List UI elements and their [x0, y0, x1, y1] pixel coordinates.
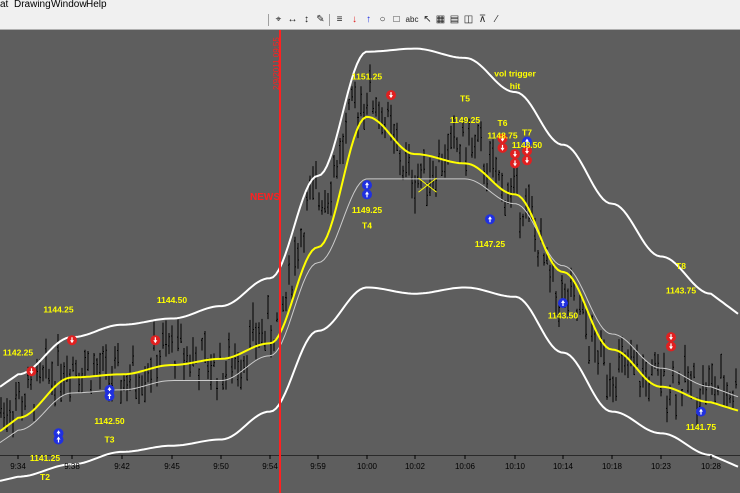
sell-signal	[522, 155, 532, 166]
x-tick-label: 9:42	[114, 462, 130, 471]
x-tick-label: 10:14	[553, 462, 574, 471]
price-annotation: T7	[522, 127, 532, 137]
x-tick-label: 10:18	[602, 462, 623, 471]
vertical-arrows-icon[interactable]: ↕	[300, 13, 313, 26]
sell-signal	[666, 332, 676, 343]
price-annotation: 1142.25	[3, 348, 34, 358]
buy-signal	[485, 214, 495, 225]
drawing-toolbar: ⌖ ↔ ↕ ✎ ≡ ↓ ↑ ○ □ abc ↖ ▦ ▤ ◫ ⊼ ⁄	[0, 11, 740, 30]
price-annotation: 1143.50	[548, 311, 579, 321]
toolbar-separator	[268, 14, 269, 26]
news-label: NEWS	[250, 192, 280, 203]
crosshair-icon[interactable]: ⌖	[272, 13, 285, 26]
price-annotation: T3	[105, 435, 115, 445]
time-axis-background	[0, 455, 740, 493]
price-annotation: T4	[362, 221, 372, 231]
pointer-icon[interactable]: ↖	[421, 13, 434, 26]
x-tick-label: 9:45	[164, 462, 180, 471]
pencil-icon[interactable]: ✎	[314, 13, 327, 26]
table-icon[interactable]: ▤	[448, 13, 461, 26]
grid-icon[interactable]: ▦	[434, 13, 447, 26]
down-arrow-icon[interactable]: ↓	[348, 13, 361, 26]
buy-signal	[362, 189, 372, 200]
x-tick-label: 10:10	[505, 462, 526, 471]
price-annotation: hit	[510, 81, 521, 91]
buy-signal	[558, 297, 568, 308]
x-tick-label: 10:00	[357, 462, 378, 471]
sell-signal	[666, 341, 676, 352]
buy-signal	[362, 180, 372, 191]
magnet-icon[interactable]: ⊼	[476, 13, 489, 26]
sell-signal	[26, 366, 37, 377]
toolbar-separator	[329, 14, 330, 26]
price-annotation: 1141.25	[30, 453, 61, 463]
price-annotation: 1141.75	[686, 422, 717, 432]
price-chart[interactable]: 2/9/2011 09:55 NEWS 1142.25 1144.25 1141.25 T…	[0, 30, 740, 493]
x-tick-label: 9:50	[213, 462, 229, 471]
x-tick-label: 9:54	[262, 462, 278, 471]
x-tick-label: 10:28	[701, 462, 722, 471]
price-annotation: T6	[498, 118, 508, 128]
x-tick-label: 9:34	[10, 462, 26, 471]
price-annotation: T2	[40, 472, 50, 482]
menu-item-help[interactable]: Help	[86, 0, 107, 10]
menu-item-drawing[interactable]: Drawing	[14, 0, 51, 10]
x-tick-label: 9:38	[64, 462, 80, 471]
price-annotation: 1147.25	[475, 239, 506, 249]
price-annotation: T8	[676, 261, 686, 271]
text-icon[interactable]: abc	[404, 13, 420, 26]
buy-signal	[696, 406, 706, 417]
price-annotation: T5	[460, 93, 470, 103]
price-annotation: vol trigger	[494, 69, 536, 79]
news-timestamp: 2/9/2011 09:55	[272, 37, 281, 90]
wand-icon[interactable]: ⁄	[490, 13, 503, 26]
price-annotation: 1142.50	[94, 416, 125, 426]
x-tick-label: 10:02	[405, 462, 426, 471]
x-tick-label: 10:23	[651, 462, 672, 471]
price-annotation: 1149.25	[450, 115, 481, 125]
menu-item-window[interactable]: Window	[51, 0, 87, 10]
sell-signal	[150, 335, 161, 346]
square-icon[interactable]: □	[390, 13, 403, 26]
menu-item-format[interactable]: at	[0, 0, 8, 10]
price-annotation: 1149.25	[352, 205, 383, 215]
x-tick-label: 10:06	[455, 462, 476, 471]
sell-signal	[386, 90, 396, 101]
lines-icon[interactable]: ≡	[333, 13, 346, 26]
sell-signal	[510, 149, 520, 160]
horizontal-arrows-icon[interactable]: ↔	[286, 13, 299, 26]
price-annotation: 1148.50	[512, 140, 543, 150]
chart-icon[interactable]: ◫	[462, 13, 475, 26]
buy-signal	[104, 391, 115, 402]
price-annotation: 1144.50	[157, 295, 188, 305]
sell-signal	[67, 335, 77, 346]
circle-icon[interactable]: ○	[376, 13, 389, 26]
price-annotation: 1151.25	[352, 72, 383, 82]
x-tick-label: 9:59	[310, 462, 326, 471]
price-annotation: 1144.25	[43, 304, 74, 314]
up-arrow-icon[interactable]: ↑	[362, 13, 375, 26]
price-annotation: 1143.75	[666, 286, 697, 296]
buy-signal	[53, 434, 64, 445]
sell-signal	[510, 158, 520, 169]
sell-signal	[497, 142, 508, 153]
